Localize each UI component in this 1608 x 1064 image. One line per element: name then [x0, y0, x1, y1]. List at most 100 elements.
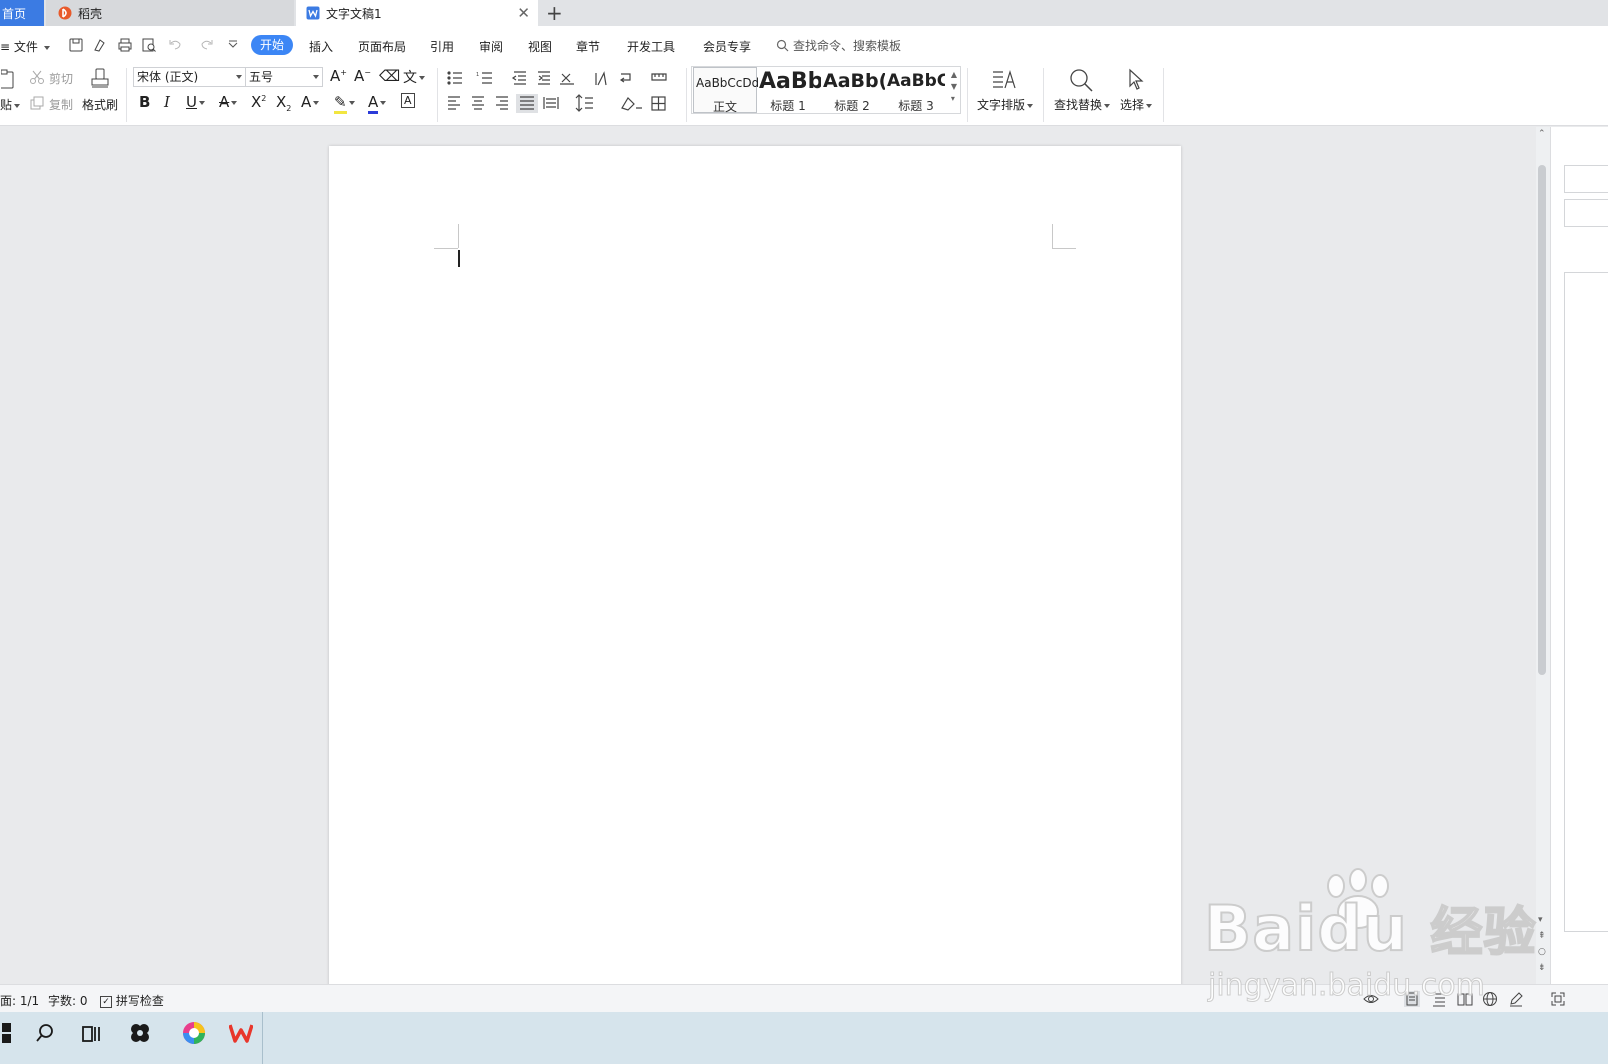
- scroll-up-icon[interactable]: ⌃: [1538, 129, 1546, 139]
- print-preview-icon[interactable]: [141, 37, 157, 53]
- tab-document-label: 文字文稿1: [326, 6, 382, 21]
- menu-file-label: 文件: [13, 40, 38, 54]
- close-icon[interactable]: ✕: [517, 4, 530, 22]
- text-effect-icon[interactable]: A: [301, 93, 320, 111]
- side-panel-field[interactable]: [1564, 165, 1608, 193]
- export-icon[interactable]: [92, 37, 108, 53]
- paragraph-tools-icon[interactable]: 1: [446, 70, 686, 118]
- menu-tab-start[interactable]: 开始: [251, 35, 293, 55]
- style-heading-2[interactable]: AaBb( 标题 2: [821, 67, 885, 113]
- font-family-select[interactable]: 宋体 (正文): [133, 67, 246, 87]
- tab-home[interactable]: 首页: [0, 0, 44, 26]
- menu-file[interactable]: ≡ 文件: [0, 38, 50, 55]
- select-button[interactable]: 选择: [1120, 96, 1153, 113]
- app-icon[interactable]: [127, 1020, 153, 1046]
- format-painter-button[interactable]: 格式刷: [82, 96, 118, 113]
- customize-quick-access-icon[interactable]: [225, 37, 241, 53]
- chevron-down-icon: [198, 100, 205, 105]
- outline-view-icon[interactable]: [1431, 991, 1447, 1007]
- divider: [1163, 68, 1164, 122]
- underline-icon[interactable]: U: [186, 93, 205, 111]
- menu-tab-member[interactable]: 会员专享: [703, 38, 751, 55]
- text-layout-button[interactable]: 文字排版: [977, 96, 1034, 113]
- chevron-down-icon: [236, 75, 242, 79]
- fullscreen-icon[interactable]: [1550, 991, 1566, 1007]
- menu-bar: ≡ 文件 开始 插入 页面布局 引用 审阅 视图 章节 开发工具 会员专享 查找…: [0, 26, 1608, 64]
- side-panel-field[interactable]: [1564, 199, 1608, 227]
- style-heading-1[interactable]: AaBb 标题 1: [757, 67, 821, 113]
- menu-tab-page-layout[interactable]: 页面布局: [358, 38, 406, 55]
- scroll-down-icon[interactable]: ▾: [1538, 915, 1543, 925]
- style-preview: AaBb(: [823, 70, 885, 92]
- styles-scroll-icon[interactable]: ▲ ▼ ▾: [951, 69, 957, 105]
- spellcheck-toggle[interactable]: ✓ 拼写检查: [100, 992, 164, 1009]
- scissors-icon: [29, 69, 45, 85]
- new-tab-icon[interactable]: +: [546, 1, 563, 25]
- menu-tab-view[interactable]: 视图: [528, 38, 552, 55]
- word-count[interactable]: 字数: 0: [48, 992, 88, 1009]
- superscript-icon[interactable]: X2: [251, 93, 266, 111]
- font-size-select[interactable]: 五号: [245, 67, 323, 87]
- style-name: 标题 1: [770, 99, 806, 113]
- print-icon[interactable]: [117, 37, 133, 53]
- chevron-down-icon: [1027, 103, 1034, 108]
- copy-button[interactable]: 复制: [49, 96, 73, 113]
- increase-font-icon[interactable]: A+: [330, 67, 347, 85]
- command-search[interactable]: 查找命令、搜索模板: [776, 37, 901, 54]
- paste-button[interactable]: 贴: [0, 96, 21, 113]
- undo-icon[interactable]: [167, 37, 183, 53]
- phonetic-guide-icon[interactable]: 文: [403, 67, 425, 87]
- save-icon[interactable]: [68, 37, 84, 53]
- browse-object-icon[interactable]: ○: [1538, 947, 1546, 957]
- tab-document[interactable]: 文字文稿1 ✕: [296, 0, 538, 26]
- style-normal[interactable]: AaBbCcDd 正文: [693, 67, 758, 114]
- scrollbar-thumb[interactable]: [1538, 165, 1546, 675]
- menu-tab-references[interactable]: 引用: [430, 38, 454, 55]
- previous-page-icon[interactable]: ⇞: [1538, 931, 1546, 941]
- page-view-icon[interactable]: [1404, 991, 1420, 1007]
- character-border-icon[interactable]: A: [401, 93, 415, 108]
- chevron-down-icon: [43, 45, 50, 50]
- tab-daoke[interactable]: 稻壳: [46, 0, 294, 26]
- task-view-icon[interactable]: [78, 1020, 104, 1046]
- style-name: 标题 3: [898, 99, 934, 113]
- eraser-icon[interactable]: ⌫: [379, 67, 400, 85]
- style-heading-3[interactable]: AaBbC( 标题 3: [885, 67, 949, 113]
- italic-icon[interactable]: I: [164, 93, 170, 111]
- tab-daoke-label: 稻壳: [78, 6, 103, 21]
- search-icon[interactable]: [32, 1020, 58, 1046]
- vertical-scrollbar[interactable]: ⌃ ▾ ⇞ ○ ⇟: [1536, 127, 1550, 984]
- write-mode-icon[interactable]: [1508, 991, 1524, 1007]
- menu-tab-insert[interactable]: 插入: [309, 38, 333, 55]
- command-search-placeholder: 查找命令、搜索模板: [793, 39, 902, 53]
- subscript-icon[interactable]: X2: [276, 93, 291, 113]
- redo-icon[interactable]: [199, 37, 215, 53]
- eye-protection-icon[interactable]: [1363, 991, 1379, 1007]
- document-page[interactable]: [329, 146, 1181, 984]
- highlight-icon[interactable]: ✎: [334, 93, 355, 114]
- menu-tab-developer[interactable]: 开发工具: [627, 38, 675, 55]
- next-page-icon[interactable]: ⇟: [1538, 963, 1546, 973]
- paste-label: 贴: [0, 98, 13, 112]
- bold-icon[interactable]: B: [139, 93, 150, 111]
- document-area: [0, 127, 1536, 984]
- strikethrough-icon[interactable]: A: [219, 93, 238, 111]
- wps-icon[interactable]: [228, 1020, 254, 1046]
- select-cursor-icon: [1126, 68, 1146, 92]
- find-replace-button[interactable]: 查找替换: [1054, 96, 1111, 113]
- menu-tab-review[interactable]: 审阅: [479, 38, 503, 55]
- browser-icon[interactable]: [181, 1020, 207, 1046]
- reading-view-icon[interactable]: [1457, 991, 1473, 1007]
- ribbon: 贴 剪切 复制 格式刷 宋体 (正文) 五号 A+ A− ⌫ 文 B I U A…: [0, 64, 1608, 126]
- paste-icon[interactable]: [0, 68, 16, 92]
- font-color-icon[interactable]: A: [368, 93, 387, 114]
- windows-start-icon[interactable]: [0, 1020, 14, 1046]
- web-view-icon[interactable]: [1482, 991, 1498, 1007]
- cut-button[interactable]: 剪切: [49, 70, 73, 87]
- divider: [967, 68, 968, 122]
- chevron-down-icon: [348, 100, 355, 105]
- style-name: 正文: [712, 100, 737, 114]
- menu-tab-chapter[interactable]: 章节: [576, 38, 600, 55]
- margin-marker: [1052, 248, 1076, 249]
- decrease-font-icon[interactable]: A−: [354, 67, 371, 85]
